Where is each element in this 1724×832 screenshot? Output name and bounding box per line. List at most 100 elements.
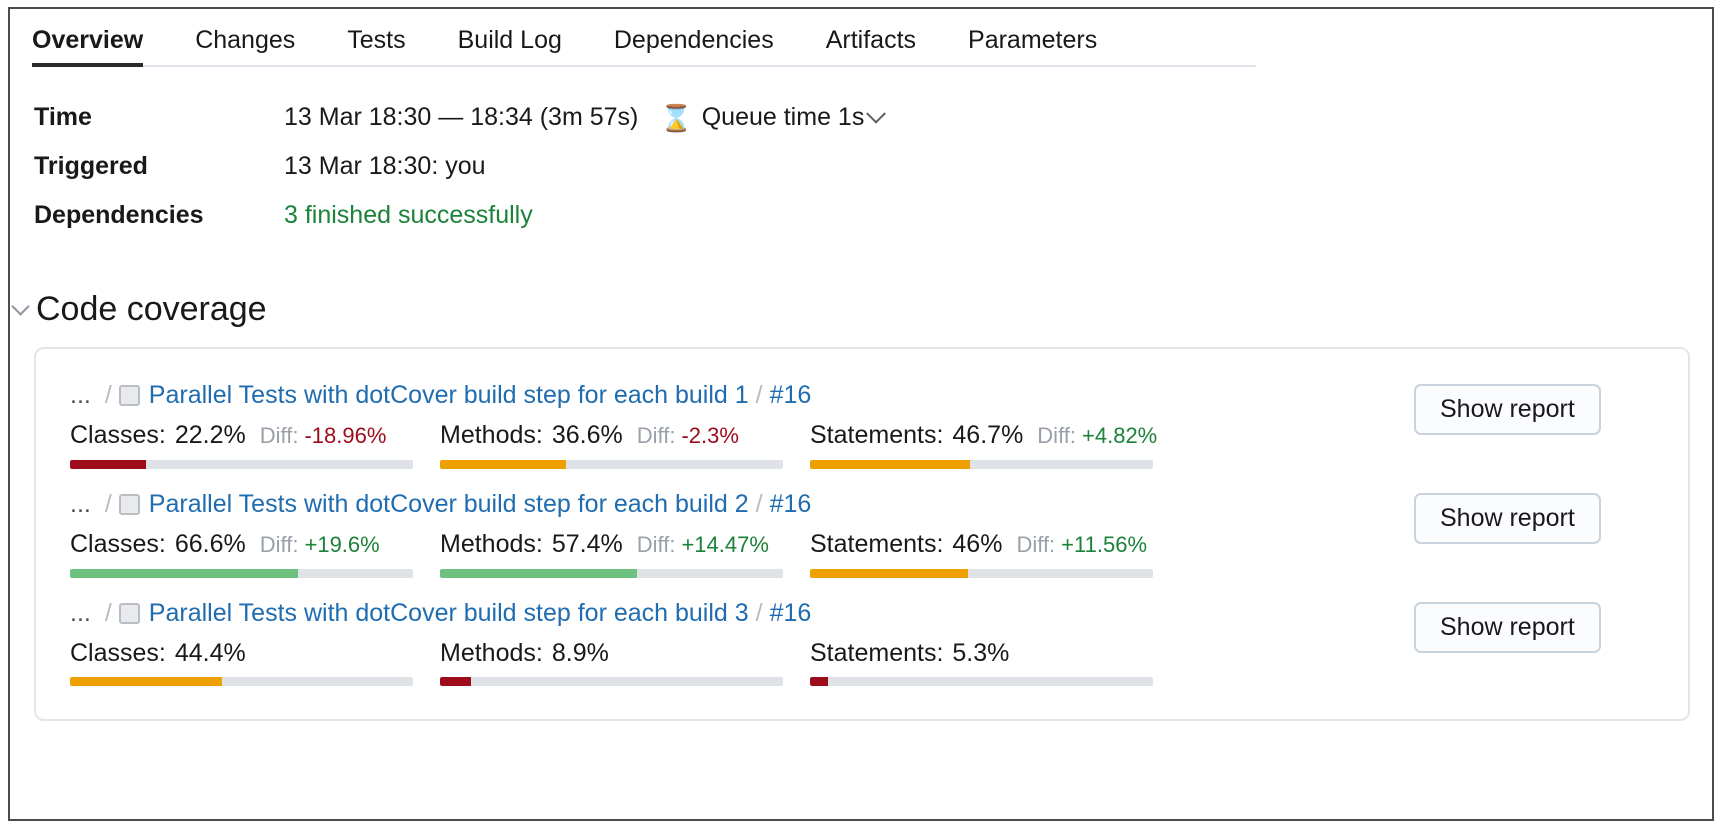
code-coverage-card: ... / Parallel Tests with dotCover build s… xyxy=(34,347,1690,721)
show-report-cell: Show report xyxy=(1414,378,1664,435)
show-report-cell: Show report xyxy=(1414,596,1664,653)
code-coverage-section-header: Code coverage xyxy=(10,290,1712,329)
coverage-diff-value: +19.6% xyxy=(304,532,380,557)
coverage-metric: Methods: 8.9% xyxy=(440,636,810,686)
coverage-metric-percent: 8.9% xyxy=(551,639,609,667)
coverage-metric: Statements: 46.7% Diff: +4.82% xyxy=(810,418,1180,469)
tab-tests[interactable]: Tests xyxy=(347,26,405,67)
coverage-metric-name: Statements: xyxy=(810,639,944,667)
info-row-time: Time 13 Mar 18:30 — 18:34 (3m 57s) ⌛ Que… xyxy=(34,93,1712,142)
build-number-link[interactable]: #16 xyxy=(770,596,812,630)
coverage-metric-line: Classes: 44.4% xyxy=(70,636,440,670)
breadcrumb-separator: / xyxy=(104,599,112,627)
coverage-metric-line: Methods: 8.9% xyxy=(440,636,810,670)
breadcrumb-ellipsis[interactable]: ... xyxy=(70,596,91,630)
coverage-metric: Statements: 5.3% xyxy=(810,636,1180,686)
coverage-metric: Statements: 46% Diff: +11.56% xyxy=(810,527,1180,578)
breadcrumb-ellipsis[interactable]: ... xyxy=(70,487,91,521)
time-range-text: 13 Mar 18:30 — 18:34 (3m 57s) xyxy=(284,103,639,131)
coverage-metric-percent: 5.3% xyxy=(952,639,1010,667)
coverage-progress-bar xyxy=(440,677,783,686)
coverage-progress-fill xyxy=(810,460,971,469)
show-report-cell: Show report xyxy=(1414,487,1664,544)
coverage-metrics: Classes: 22.2% Diff: -18.96% Methods: 36.6% Di… xyxy=(70,418,1414,469)
coverage-metric: Classes: 44.4% xyxy=(70,636,440,686)
coverage-metric-line: Classes: 66.6% Diff: +19.6% xyxy=(70,527,440,562)
breadcrumb: ... / Parallel Tests with dotCover build s… xyxy=(70,487,1414,521)
chevron-down-icon xyxy=(866,103,887,124)
info-value-time: 13 Mar 18:30 — 18:34 (3m 57s) ⌛ Queue ti… xyxy=(284,102,887,133)
show-report-button[interactable]: Show report xyxy=(1414,384,1601,435)
tab-dependencies[interactable]: Dependencies xyxy=(614,26,774,67)
coverage-progress-fill xyxy=(440,569,637,578)
build-number-link[interactable]: #16 xyxy=(770,378,812,412)
coverage-progress-bar xyxy=(70,460,413,469)
coverage-metric-line: Methods: 36.6% Diff: -2.3% xyxy=(440,418,810,453)
show-report-button[interactable]: Show report xyxy=(1414,493,1601,544)
coverage-progress-fill xyxy=(810,569,968,578)
hourglass-icon: ⌛ xyxy=(660,102,693,133)
breadcrumb-separator: / xyxy=(104,490,112,518)
tab-parameters[interactable]: Parameters xyxy=(968,26,1097,67)
tab-build-log[interactable]: Build Log xyxy=(458,26,562,67)
coverage-metric-line: Statements: 46.7% Diff: +4.82% xyxy=(810,418,1180,453)
coverage-progress-bar xyxy=(810,569,1153,578)
tab-changes[interactable]: Changes xyxy=(195,26,295,67)
coverage-metrics: Classes: 66.6% Diff: +19.6% Methods: 57.4% Dif… xyxy=(70,527,1414,578)
coverage-diff-value: +11.56% xyxy=(1061,532,1148,557)
coverage-diff-label: Diff: xyxy=(1037,423,1077,448)
coverage-metric-name: Statements: xyxy=(810,530,944,558)
coverage-progress-bar xyxy=(70,677,413,686)
info-row-triggered: Triggered 13 Mar 18:30: you xyxy=(34,142,1712,191)
breadcrumb-separator: / xyxy=(755,599,763,627)
dependencies-status-link[interactable]: 3 finished successfully xyxy=(284,201,533,230)
coverage-metric-percent: 46.7% xyxy=(952,421,1024,449)
coverage-metric-line: Methods: 57.4% Diff: +14.47% xyxy=(440,527,810,562)
coverage-row: ... / Parallel Tests with dotCover build s… xyxy=(36,587,1688,695)
build-number-link[interactable]: #16 xyxy=(770,487,812,521)
coverage-metric: Classes: 22.2% Diff: -18.96% xyxy=(70,418,440,469)
breadcrumb-separator: / xyxy=(755,490,763,518)
build-config-icon xyxy=(118,384,140,406)
coverage-metric-line: Statements: 46% Diff: +11.56% xyxy=(810,527,1180,562)
coverage-metric-percent: 22.2% xyxy=(174,421,246,449)
build-config-icon xyxy=(118,493,140,515)
coverage-metric-name: Classes: xyxy=(70,639,166,667)
info-label-triggered: Triggered xyxy=(34,152,148,180)
coverage-metric: Methods: 57.4% Diff: +14.47% xyxy=(440,527,810,578)
build-config-link[interactable]: Parallel Tests with dotCover build step … xyxy=(149,596,749,630)
info-label-dependencies: Dependencies xyxy=(34,201,204,229)
coverage-progress-fill xyxy=(70,460,147,469)
breadcrumb-ellipsis[interactable]: ... xyxy=(70,378,91,412)
coverage-metric: Classes: 66.6% Diff: +19.6% xyxy=(70,527,440,578)
coverage-diff-label: Diff: xyxy=(636,423,676,448)
build-config-link[interactable]: Parallel Tests with dotCover build step … xyxy=(149,487,749,521)
coverage-metric: Methods: 36.6% Diff: -2.3% xyxy=(440,418,810,469)
coverage-progress-fill xyxy=(440,460,566,469)
coverage-row: ... / Parallel Tests with dotCover build s… xyxy=(36,478,1688,587)
coverage-progress-fill xyxy=(810,677,829,686)
coverage-progress-fill xyxy=(440,677,471,686)
coverage-diff-label: Diff: xyxy=(259,423,299,448)
coverage-metric-line: Statements: 5.3% xyxy=(810,636,1180,670)
build-config-link[interactable]: Parallel Tests with dotCover build step … xyxy=(149,378,749,412)
breadcrumb: ... / Parallel Tests with dotCover build s… xyxy=(70,596,1414,630)
coverage-progress-bar xyxy=(810,460,1153,469)
coverage-metrics: Classes: 44.4% Methods: 8.9% Statements: 5.3% xyxy=(70,636,1414,686)
coverage-diff-value: -2.3% xyxy=(681,423,739,448)
coverage-metric-name: Statements: xyxy=(810,421,944,449)
build-tabs: Overview Changes Tests Build Log Dependencie… xyxy=(10,9,1712,67)
show-report-button[interactable]: Show report xyxy=(1414,602,1601,653)
queue-time-toggle[interactable]: ⌛ Queue time 1s xyxy=(660,102,887,133)
build-config-icon xyxy=(118,602,140,624)
coverage-metric-percent: 36.6% xyxy=(551,421,623,449)
coverage-row-main: ... / Parallel Tests with dotCover build s… xyxy=(70,596,1414,686)
coverage-metric-percent: 44.4% xyxy=(174,639,246,667)
chevron-down-icon[interactable] xyxy=(11,297,30,316)
coverage-metric-name: Methods: xyxy=(440,421,543,449)
queue-time-label: Queue time 1s xyxy=(701,103,865,131)
tab-overview[interactable]: Overview xyxy=(32,26,144,67)
coverage-progress-bar xyxy=(810,677,1153,686)
coverage-metric-name: Methods: xyxy=(440,639,543,667)
tab-artifacts[interactable]: Artifacts xyxy=(826,26,916,67)
